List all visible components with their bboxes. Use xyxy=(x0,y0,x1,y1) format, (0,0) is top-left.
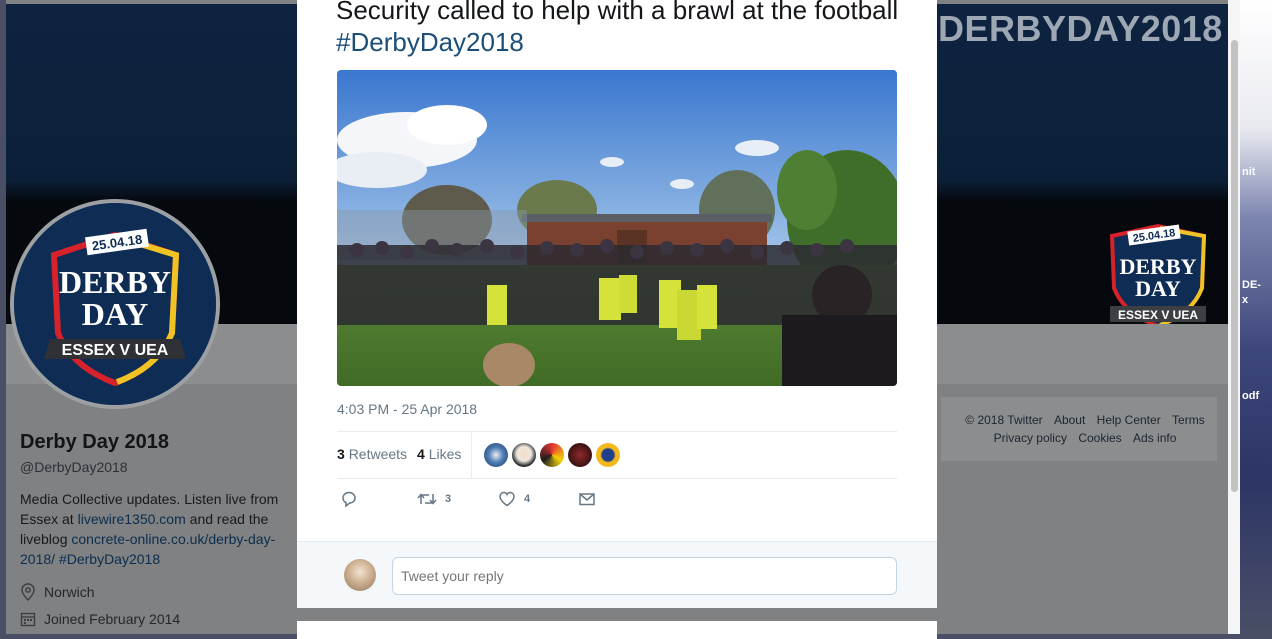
tweet-text-body: Security called to help with a brawl at … xyxy=(336,0,899,25)
calendar-icon xyxy=(20,612,36,627)
footer-link-ads-info[interactable]: Ads info xyxy=(1133,431,1176,445)
tweet-modal: Security called to help with a brawl at … xyxy=(297,0,937,608)
reply-button[interactable] xyxy=(340,490,358,508)
divider xyxy=(337,478,897,479)
profile-crest-logo: 25.04.18 DERBY DAY ESSEX V UEA xyxy=(14,203,216,405)
footer-links: © 2018 Twitter About Help Center Terms P… xyxy=(954,411,1216,447)
reply-icon xyxy=(342,491,356,508)
banner-crest-logo: 25.04.18 DERBY DAY ESSEX V UEA xyxy=(1109,223,1207,328)
tweet-video[interactable] xyxy=(337,70,897,386)
liker-avatar[interactable] xyxy=(484,443,508,467)
current-user-avatar xyxy=(344,559,376,591)
profile-name: Derby Day 2018 xyxy=(20,431,169,453)
like-count: 4 xyxy=(524,493,531,505)
desktop-label-1: nit xyxy=(1242,166,1256,178)
desktop-background xyxy=(1240,0,1272,639)
footer-copyright: © 2018 Twitter xyxy=(965,413,1043,427)
profile-crest-line1: DERBY xyxy=(59,264,171,300)
profile-crest-ribbon: ESSEX V UEA xyxy=(62,342,169,359)
bio-link-livewire[interactable]: livewire1350.com xyxy=(78,511,186,527)
profile-location-text: Norwich xyxy=(44,584,95,600)
profile-location: Norwich xyxy=(20,583,95,601)
reply-input[interactable] xyxy=(392,557,897,595)
retweet-icon xyxy=(417,493,437,505)
banner-crest-ribbon: ESSEX V UEA xyxy=(1118,308,1198,322)
profile-joined-text: Joined February 2014 xyxy=(44,611,181,627)
likes-label: Likes xyxy=(428,446,462,462)
banner-title: DERBYDAY2018 xyxy=(938,8,1223,49)
profile-handle[interactable]: @DerbyDay2018 xyxy=(20,459,128,475)
retweets-label: Retweets xyxy=(348,446,408,462)
video-frame xyxy=(337,70,897,386)
page-scrollbar-thumb[interactable] xyxy=(1231,40,1238,492)
bio-link-hashtag[interactable]: #DerbyDay2018 xyxy=(59,551,160,567)
location-pin-icon xyxy=(21,583,35,601)
reply-composer xyxy=(297,541,937,608)
likes-stat[interactable]: 4 Likes xyxy=(417,446,461,462)
profile-bio: Media Collective updates. Listen live fr… xyxy=(20,489,290,569)
heart-icon xyxy=(499,491,515,507)
footer-link-terms[interactable]: Terms xyxy=(1172,413,1205,427)
liker-avatar[interactable] xyxy=(540,443,564,467)
retweet-button[interactable]: 3 xyxy=(417,490,451,508)
retweets-count: 3 xyxy=(337,446,345,462)
footer-link-privacy[interactable]: Privacy policy xyxy=(994,431,1067,445)
retweet-count: 3 xyxy=(445,493,452,505)
divider xyxy=(337,431,897,432)
liker-avatar[interactable] xyxy=(596,443,620,467)
footer-link-help-center[interactable]: Help Center xyxy=(1097,413,1161,427)
footer-link-cookies[interactable]: Cookies xyxy=(1078,431,1121,445)
likes-count: 4 xyxy=(417,446,425,462)
liker-avatars xyxy=(484,443,620,467)
next-modal-edge xyxy=(297,621,937,639)
stats-separator xyxy=(471,432,472,478)
direct-message-button[interactable] xyxy=(578,490,596,508)
desktop-label-3: x xyxy=(1242,294,1249,306)
liker-avatar[interactable] xyxy=(512,443,536,467)
profile-crest-line2: DAY xyxy=(82,296,148,332)
like-button[interactable]: 4 xyxy=(498,490,530,508)
desktop-label-2: DE- xyxy=(1242,279,1261,291)
tweet-hashtag-link[interactable]: #DerbyDay2018 xyxy=(336,27,524,57)
banner-crest-line2: DAY xyxy=(1135,276,1181,301)
envelope-icon xyxy=(579,493,595,506)
tweet-text: Security called to help with a brawl at … xyxy=(336,0,916,58)
tweet-stats: 3 Retweets 4 Likes xyxy=(337,446,461,462)
liker-avatar[interactable] xyxy=(568,443,592,467)
profile-joined: Joined February 2014 xyxy=(20,611,180,627)
retweets-stat[interactable]: 3 Retweets xyxy=(337,446,407,462)
profile-avatar[interactable]: 25.04.18 DERBY DAY ESSEX V UEA xyxy=(10,199,220,409)
tweet-timestamp[interactable]: 4:03 PM - 25 Apr 2018 xyxy=(337,401,477,417)
footer-link-about[interactable]: About xyxy=(1054,413,1085,427)
desktop-label-4: odf xyxy=(1242,390,1260,402)
